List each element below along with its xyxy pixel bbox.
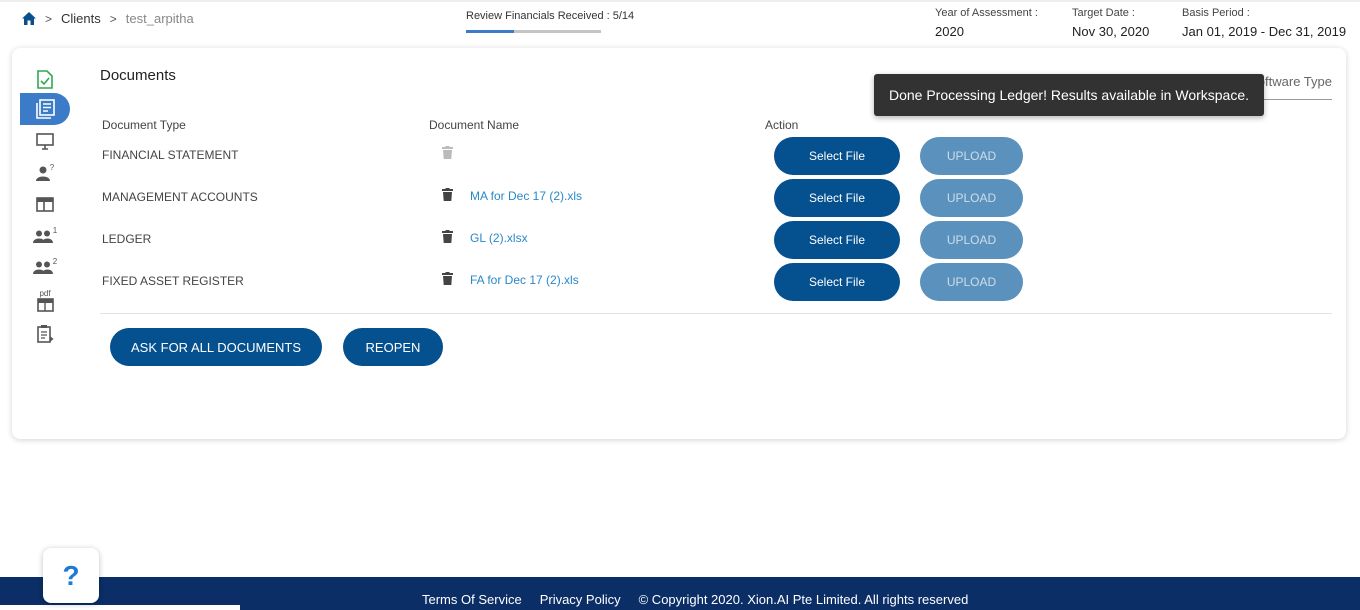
trash-icon[interactable] — [442, 188, 453, 204]
trash-icon[interactable] — [442, 272, 453, 288]
document-name-link[interactable]: MA for Dec 17 (2).xls — [470, 189, 582, 203]
breadcrumb-clients[interactable]: Clients — [61, 11, 101, 26]
target-value: Nov 30, 2020 — [1072, 24, 1150, 39]
select-file-button[interactable]: Select File — [774, 179, 900, 217]
breadcrumb-client-name: test_arpitha — [125, 11, 194, 26]
home-icon[interactable] — [22, 12, 36, 25]
year-label: Year of Assessment : — [935, 7, 1038, 19]
chevron-right-icon: > — [109, 11, 117, 26]
year-value: 2020 — [935, 24, 964, 39]
target-date: Target Date : Nov 30, 2020 — [1072, 7, 1149, 39]
header-action: Action — [765, 118, 799, 132]
trash-icon[interactable] — [442, 230, 453, 246]
documents-card: ? 1 2 pdf Documents Software Type Docume… — [12, 48, 1346, 439]
upload-button[interactable]: UPLOAD — [920, 179, 1023, 217]
terms-of-service-link[interactable]: Terms Of Service — [422, 592, 522, 607]
upload-button[interactable]: UPLOAD — [920, 221, 1023, 259]
ask-for-all-documents-button[interactable]: ASK FOR ALL DOCUMENTS — [110, 328, 322, 366]
footer-bottom-strip — [0, 605, 240, 610]
page-title: Documents — [100, 67, 176, 84]
document-row-financial-statement: FINANCIAL STATEMENT Select File UPLOAD — [12, 136, 1346, 176]
progress-fill — [466, 30, 515, 33]
document-name-link[interactable]: GL (2).xlsx — [470, 231, 528, 245]
document-row-management-accounts: MANAGEMENT ACCOUNTS MA for Dec 17 (2).xl… — [12, 178, 1346, 218]
toast-notification: Done Processing Ledger! Results availabl… — [874, 74, 1264, 116]
help-button[interactable]: ? — [43, 548, 99, 603]
header-document-name: Document Name — [429, 118, 520, 132]
chevron-right-icon: > — [45, 11, 53, 26]
trash-icon[interactable] — [442, 146, 453, 162]
document-row-ledger: LEDGER GL (2).xlsx Select File UPLOAD — [12, 220, 1346, 260]
clipboard-icon[interactable] — [20, 318, 70, 348]
progress-bar — [466, 30, 601, 33]
document-row-fixed-asset-register: FIXED ASSET REGISTER FA for Dec 17 (2).x… — [12, 262, 1346, 302]
document-type: MANAGEMENT ACCOUNTS — [102, 190, 258, 204]
upload-button[interactable]: UPLOAD — [920, 137, 1023, 175]
upload-button[interactable]: UPLOAD — [920, 263, 1023, 301]
footer: Terms Of Service Privacy Policy © Copyri… — [0, 577, 1360, 610]
review-progress: Review Financials Received : 5/14 — [466, 10, 636, 33]
breadcrumb: > Clients > test_arpitha — [22, 11, 194, 26]
basis-label: Basis Period : — [1182, 7, 1250, 19]
top-bar: > Clients > test_arpitha Review Financia… — [0, 0, 1360, 46]
basis-period: Basis Period : Jan 01, 2019 - Dec 31, 20… — [1182, 7, 1346, 39]
copyright-text: © Copyright 2020. Xion.AI Pte Limited. A… — [638, 592, 969, 607]
select-file-button[interactable]: Select File — [774, 221, 900, 259]
document-name-link[interactable]: FA for Dec 17 (2).xls — [470, 273, 579, 287]
document-type: LEDGER — [102, 232, 152, 246]
document-type: FIXED ASSET REGISTER — [102, 274, 244, 288]
document-type: FINANCIAL STATEMENT — [102, 148, 239, 162]
progress-label: Review Financials Received : 5/14 — [466, 10, 635, 22]
select-file-button[interactable]: Select File — [774, 263, 900, 301]
checklist-icon[interactable] — [20, 64, 70, 94]
top-border — [0, 0, 1360, 2]
reopen-button[interactable]: REOPEN — [343, 328, 443, 366]
privacy-policy-link[interactable]: Privacy Policy — [540, 592, 621, 607]
target-label: Target Date : — [1072, 7, 1135, 19]
basis-value: Jan 01, 2019 - Dec 31, 2019 — [1182, 24, 1347, 39]
divider — [100, 313, 1332, 314]
select-file-button[interactable]: Select File — [774, 137, 900, 175]
documents-icon[interactable] — [20, 93, 70, 125]
header-document-type: Document Type — [102, 118, 186, 132]
year-of-assessment: Year of Assessment : 2020 — [935, 7, 1038, 39]
